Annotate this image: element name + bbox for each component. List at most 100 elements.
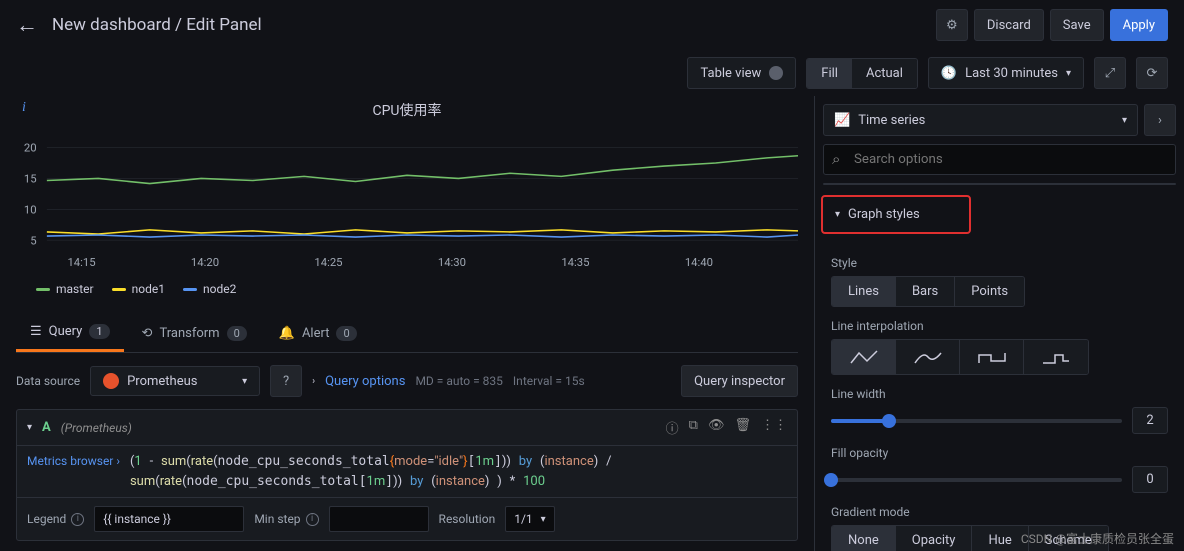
clock-icon: 🕓: [941, 66, 957, 81]
gradient-mode-label: Gradient mode: [831, 505, 1168, 519]
search-options-input[interactable]: [823, 144, 1176, 175]
tab-query[interactable]: ☰Query1: [16, 314, 124, 352]
svg-text:14:15: 14:15: [67, 256, 95, 269]
svg-text:5: 5: [30, 234, 36, 247]
interp-step-after[interactable]: [1024, 340, 1088, 374]
style-bars[interactable]: Bars: [896, 277, 955, 306]
svg-text:14:40: 14:40: [685, 256, 713, 269]
data-source-label: Data source: [16, 374, 80, 388]
save-button[interactable]: Save: [1050, 9, 1104, 41]
interpolation-group: [831, 339, 1089, 375]
chart-panel: i CPU使用率 20 15 10 5 14:15 14:20 14:25 14…: [16, 96, 798, 296]
svg-text:14:25: 14:25: [314, 256, 342, 269]
interp-linear[interactable]: [832, 340, 896, 374]
prometheus-icon: [103, 373, 119, 389]
query-help-icon[interactable]: ⓘ: [666, 418, 679, 437]
tab-all[interactable]: All: [824, 184, 1000, 185]
svg-text:14:35: 14:35: [561, 256, 589, 269]
legend-item[interactable]: node1: [112, 282, 165, 296]
style-label: Style: [831, 256, 1168, 270]
legend-swatch: [183, 288, 197, 291]
tab-transform[interactable]: ⟲Transform0: [128, 314, 261, 352]
toggle-query-icon[interactable]: 👁: [708, 418, 725, 437]
chevron-down-icon: ▾: [835, 209, 840, 220]
visualization-select[interactable]: 📈 Time series ▾: [823, 104, 1138, 136]
zoom-out-icon[interactable]: ⤢: [1094, 57, 1126, 89]
legend-input[interactable]: [94, 506, 244, 532]
interp-step-before[interactable]: [960, 340, 1024, 374]
line-width-label: Line width: [831, 387, 1168, 401]
metrics-browser-link[interactable]: Metrics browser ›: [27, 452, 120, 468]
svg-text:10: 10: [24, 203, 37, 216]
fill-opacity-label: Fill opacity: [831, 446, 1168, 460]
resolution-label: Resolution: [439, 512, 496, 526]
svg-text:15: 15: [24, 173, 37, 186]
line-width-value[interactable]: 2: [1132, 407, 1168, 434]
apply-button[interactable]: Apply: [1110, 9, 1168, 41]
drag-handle-icon[interactable]: ⋮⋮: [761, 418, 787, 437]
legend-item[interactable]: node2: [183, 282, 236, 296]
tab-alert[interactable]: 🔔Alert0: [265, 314, 371, 352]
fill-opacity-value[interactable]: 0: [1132, 466, 1168, 493]
actual-option[interactable]: Actual: [852, 59, 917, 88]
svg-text:14:30: 14:30: [438, 256, 466, 269]
query-options-link[interactable]: Query options: [325, 374, 405, 389]
style-group: Lines Bars Points: [831, 276, 1025, 307]
chart-legend: master node1 node2: [16, 278, 798, 300]
interp-smooth[interactable]: [896, 340, 960, 374]
interval-info: Interval = 15s: [513, 374, 585, 388]
query-expression[interactable]: (1 - sum(rate(node_cpu_seconds_total{mod…: [130, 452, 787, 491]
line-width-slider[interactable]: [831, 419, 1122, 423]
page-title: New dashboard / Edit Panel: [52, 15, 262, 35]
query-editor: ▾ A (Prometheus) ⓘ ⧉ 👁 🗑 ⋮⋮ Metrics brow…: [16, 409, 798, 541]
back-arrow-icon[interactable]: ←: [16, 12, 38, 38]
gradient-none[interactable]: None: [832, 526, 896, 551]
resolution-select[interactable]: 1/1▾: [505, 506, 554, 532]
fill-option[interactable]: Fill: [807, 59, 852, 88]
query-letter: A: [42, 420, 51, 435]
watermark: CSDN @富士康质检员张全蛋: [1021, 530, 1174, 547]
chart-title: CPU使用率: [16, 96, 798, 124]
svg-text:20: 20: [24, 142, 37, 155]
refresh-icon[interactable]: ⟳: [1136, 57, 1168, 89]
discard-button[interactable]: Discard: [974, 9, 1044, 41]
chevron-down-icon: ▾: [1122, 115, 1127, 126]
line-interpolation-label: Line interpolation: [831, 319, 1168, 333]
datasource-help-icon[interactable]: ?: [270, 365, 302, 397]
time-range-label: Last 30 minutes: [965, 66, 1058, 81]
style-points[interactable]: Points: [955, 277, 1024, 306]
legend-label: Legendi: [27, 512, 84, 526]
duplicate-query-icon[interactable]: ⧉: [689, 418, 698, 437]
md-info: MD = auto = 835: [415, 374, 502, 388]
query-inspector-button[interactable]: Query inspector: [681, 365, 798, 397]
time-range-picker[interactable]: 🕓 Last 30 minutes ▾: [928, 57, 1084, 89]
min-step-label: Min stepi: [254, 512, 318, 526]
legend-swatch: [112, 288, 126, 291]
style-lines[interactable]: Lines: [832, 277, 896, 306]
chevron-down-icon: ▾: [1066, 68, 1071, 79]
legend-swatch: [36, 288, 50, 291]
chevron-down-icon[interactable]: ▾: [27, 422, 32, 433]
chevron-right-icon: ›: [312, 376, 315, 387]
gradient-opacity[interactable]: Opacity: [896, 526, 973, 551]
fill-actual-segment: Fill Actual: [806, 58, 918, 89]
delete-query-icon[interactable]: 🗑: [734, 418, 751, 437]
svg-text:14:20: 14:20: [191, 256, 219, 269]
panel-collapse-icon[interactable]: ›: [1144, 104, 1176, 136]
fill-opacity-slider[interactable]: [831, 478, 1122, 482]
data-source-select[interactable]: Prometheus ▾: [90, 366, 260, 396]
timeseries-icon: 📈: [834, 113, 850, 128]
legend-item[interactable]: master: [36, 282, 94, 296]
settings-icon[interactable]: ⚙: [936, 9, 968, 41]
tab-overrides[interactable]: Overrides: [1000, 184, 1176, 185]
table-view-toggle[interactable]: Table view: [687, 57, 796, 89]
query-source: (Prometheus): [61, 421, 132, 435]
graph-styles-section[interactable]: ▾ Graph styles: [821, 195, 971, 234]
options-tabs: All Overrides: [823, 183, 1176, 185]
table-view-label: Table view: [700, 66, 761, 81]
min-step-input[interactable]: [329, 506, 429, 532]
info-icon[interactable]: i: [22, 100, 26, 116]
chevron-down-icon: ▾: [242, 376, 247, 387]
toggle-dot-icon: [769, 66, 783, 80]
chart-svg: 20 15 10 5 14:15 14:20 14:25 14:30 14:35…: [16, 124, 798, 274]
